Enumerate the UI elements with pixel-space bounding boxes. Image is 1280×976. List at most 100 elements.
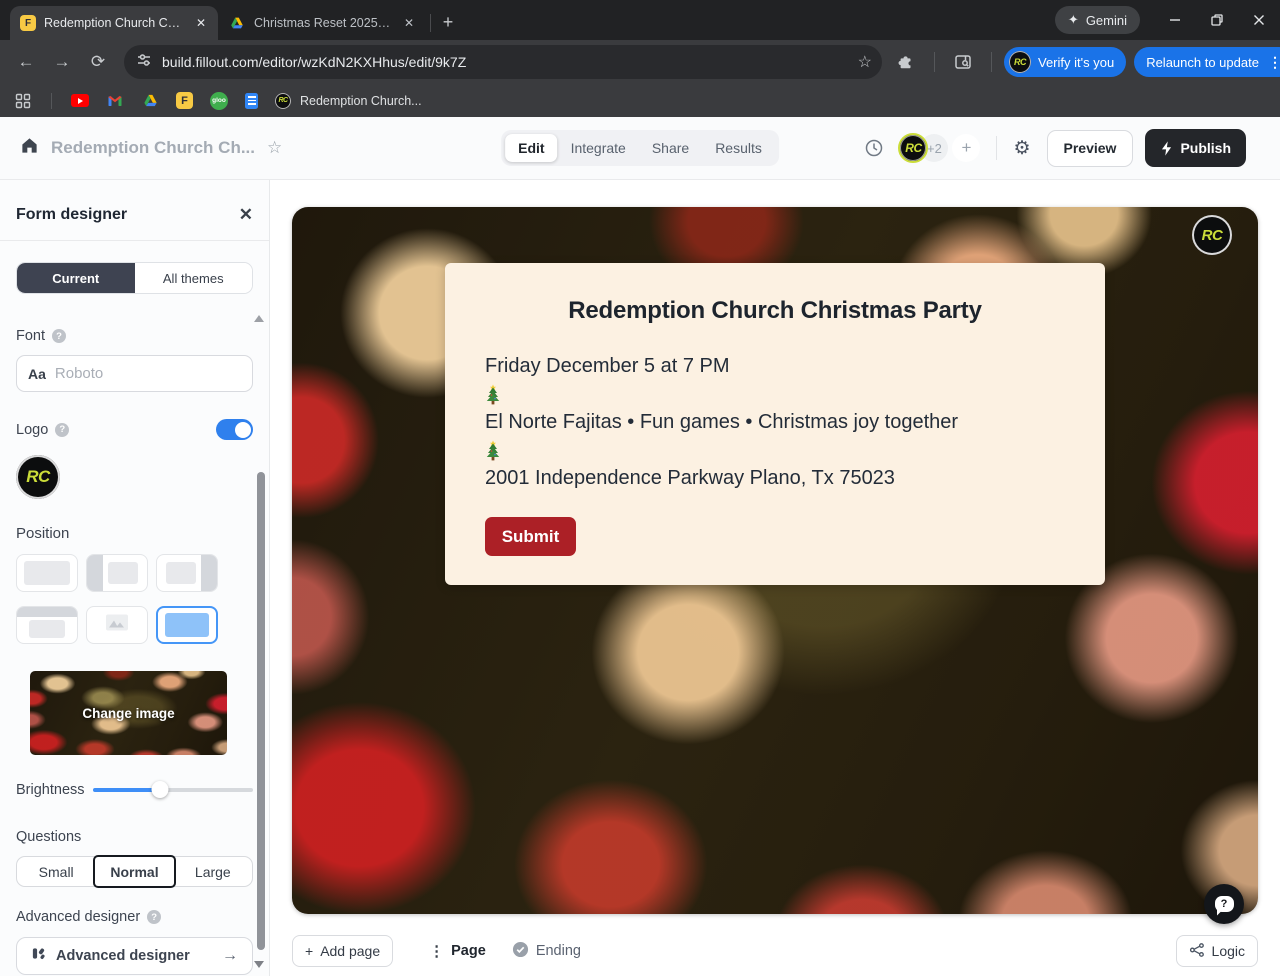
font-label: Font: [16, 328, 45, 344]
tune-icon[interactable]: [136, 52, 152, 73]
restore-button[interactable]: [1196, 0, 1238, 40]
arrow-right-icon: →: [222, 947, 238, 965]
slider-track[interactable]: [93, 788, 253, 792]
form-line-details[interactable]: El Norte Fajitas • Fun games • Christmas…: [485, 408, 1065, 437]
page-footer-bar: + Add page ⋮ Page Ending: [292, 935, 1258, 967]
background-image-thumbnail[interactable]: Change image: [30, 671, 227, 755]
youtube-bookmark-icon[interactable]: [71, 94, 89, 107]
tab-title: Christmas Reset 2025 - Google: [254, 16, 392, 30]
position-option-image[interactable]: [86, 606, 148, 644]
ending-tab[interactable]: Ending: [512, 941, 581, 962]
slider-thumb[interactable]: [152, 781, 169, 798]
theme-tabs: Current All themes: [16, 262, 253, 294]
tab-close-icon[interactable]: ✕: [192, 14, 210, 32]
position-option-right-strip[interactable]: [156, 554, 218, 592]
change-image-label[interactable]: Change image: [82, 706, 174, 721]
close-panel-icon[interactable]: ✕: [239, 205, 253, 225]
form-line-datetime[interactable]: Friday December 5 at 7 PM: [485, 352, 1065, 381]
home-icon[interactable]: [20, 136, 39, 160]
publish-button[interactable]: Publish: [1145, 129, 1246, 167]
close-window-button[interactable]: [1238, 0, 1280, 40]
tab-all-themes[interactable]: All themes: [135, 263, 253, 293]
tab-title: Redemption Church Christmas: [44, 16, 184, 30]
rc-bookmark-icon[interactable]: RC: [275, 93, 291, 109]
editor-main: RC Redemption Church Christmas Party Fri…: [270, 180, 1280, 976]
ending-label[interactable]: Ending: [536, 943, 581, 959]
form-line-address[interactable]: 2001 Independence Parkway Plano, Tx 7502…: [485, 464, 1065, 493]
size-option-large[interactable]: Large: [174, 857, 252, 886]
font-value: Roboto: [55, 365, 103, 382]
tab-current-theme[interactable]: Current: [17, 263, 135, 293]
minimize-button[interactable]: [1154, 0, 1196, 40]
url-text[interactable]: build.fillout.com/editor/wzKdN2KXHhus/ed…: [162, 54, 848, 70]
fillout-bookmark-icon[interactable]: F: [176, 92, 193, 109]
more-vertical-icon[interactable]: ⋮: [1268, 54, 1280, 71]
add-collaborator-button[interactable]: +: [952, 134, 980, 162]
scroll-up-arrow[interactable]: [254, 315, 264, 322]
tab-divider: [430, 14, 431, 32]
settings-gear-icon[interactable]: ⚙: [1013, 137, 1030, 160]
gemini-button[interactable]: ✦ Gemini: [1055, 6, 1140, 34]
drive-bookmark-icon[interactable]: [141, 92, 159, 110]
sidebar-scrollbar[interactable]: [257, 472, 265, 950]
new-tab-button[interactable]: +: [435, 9, 461, 35]
position-option-left-strip[interactable]: [86, 554, 148, 592]
tab-share[interactable]: Share: [639, 134, 702, 162]
reload-icon[interactable]: ⟳: [82, 46, 114, 78]
form-canvas[interactable]: RC Redemption Church Christmas Party Fri…: [292, 207, 1258, 914]
gmail-bookmark-icon[interactable]: [106, 92, 124, 110]
side-panel-search-icon[interactable]: [947, 46, 979, 78]
back-icon[interactable]: ←: [10, 46, 42, 78]
docs-bookmark-icon[interactable]: [245, 93, 258, 109]
scroll-down-arrow[interactable]: [254, 961, 264, 968]
browser-tab-drive[interactable]: Christmas Reset 2025 - Google ✕: [218, 6, 426, 40]
logo-toggle[interactable]: [216, 419, 253, 440]
size-option-small[interactable]: Small: [17, 857, 95, 886]
size-option-normal[interactable]: Normal: [95, 857, 173, 886]
submit-button[interactable]: Submit: [485, 517, 576, 556]
relaunch-to-update-button[interactable]: Relaunch to update ⋮: [1134, 47, 1280, 77]
form-designer-panel: Form designer ✕ Current All themes Font …: [0, 180, 270, 976]
tab-integrate[interactable]: Integrate: [558, 134, 639, 162]
drag-dots-icon[interactable]: ⋮: [429, 942, 443, 960]
address-bar[interactable]: build.fillout.com/editor/wzKdN2KXHhus/ed…: [124, 45, 882, 79]
logo-preview[interactable]: RC: [16, 455, 60, 499]
gloo-bookmark-icon[interactable]: gloo: [210, 92, 228, 110]
extensions-icon[interactable]: [890, 46, 922, 78]
brightness-slider[interactable]: [93, 781, 253, 798]
apps-grid-icon[interactable]: [14, 92, 32, 110]
tab-results[interactable]: Results: [702, 134, 775, 162]
position-option-top-strip[interactable]: [16, 606, 78, 644]
brightness-label: Brightness: [16, 782, 93, 798]
verify-its-you-button[interactable]: RC Verify it's you: [1004, 47, 1126, 77]
tab-close-icon[interactable]: ✕: [400, 14, 418, 32]
position-option-none[interactable]: [16, 554, 78, 592]
bookmark-star-icon[interactable]: ☆: [858, 52, 872, 72]
forward-icon[interactable]: →: [46, 46, 78, 78]
font-help-icon[interactable]: ?: [52, 329, 66, 343]
logic-button[interactable]: Logic: [1176, 935, 1258, 967]
panel-title: Form designer: [16, 206, 127, 224]
form-card[interactable]: Redemption Church Christmas Party Friday…: [445, 263, 1105, 585]
logo-help-icon[interactable]: ?: [55, 423, 69, 437]
preview-button[interactable]: Preview: [1047, 130, 1134, 167]
bookmark-label[interactable]: Redemption Church...: [300, 94, 422, 108]
page-label[interactable]: Page: [451, 943, 486, 959]
version-history-icon[interactable]: [864, 138, 884, 158]
position-option-fullscreen[interactable]: [156, 606, 218, 644]
help-button[interactable]: ?: [1204, 884, 1244, 924]
page-tab[interactable]: ⋮ Page: [429, 942, 486, 960]
browser-tab-fillout[interactable]: F Redemption Church Christmas ✕: [10, 6, 218, 40]
add-page-button[interactable]: + Add page: [292, 935, 393, 967]
favorite-star-icon[interactable]: ☆: [267, 138, 282, 158]
gemini-spark-icon: ✦: [1068, 12, 1079, 28]
form-title[interactable]: Redemption Church Ch...: [51, 138, 255, 158]
advanced-help-icon[interactable]: ?: [147, 910, 161, 924]
form-card-title[interactable]: Redemption Church Christmas Party: [485, 297, 1065, 325]
font-select[interactable]: Aa Roboto: [16, 355, 253, 392]
tab-edit[interactable]: Edit: [505, 134, 557, 162]
advanced-designer-button[interactable]: Advanced designer →: [16, 937, 253, 975]
position-label: Position: [16, 525, 253, 542]
logic-label: Logic: [1212, 943, 1245, 959]
form-logo: RC: [1192, 215, 1232, 255]
